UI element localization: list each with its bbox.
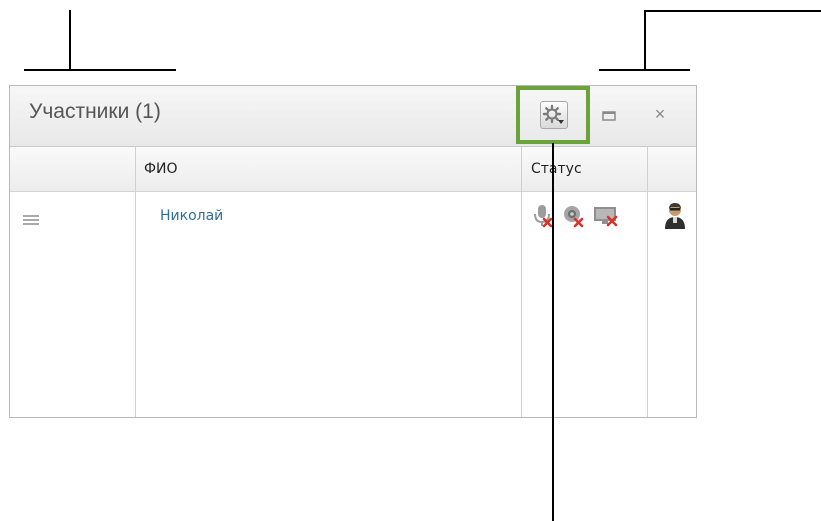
callout-line-settings-pointer: [552, 143, 554, 521]
column-header-name[interactable]: ФИО: [144, 147, 178, 191]
callout-line-right-vertical: [644, 10, 646, 70]
user-avatar-icon: [663, 202, 687, 230]
camera-off-icon[interactable]: [560, 203, 586, 229]
gear-dropdown-icon: [540, 101, 568, 129]
table-row[interactable]: Николай: [10, 192, 696, 232]
minimize-button[interactable]: [598, 105, 620, 127]
grid-header: ФИО Статус: [10, 147, 696, 192]
panel-title: Участники (1): [29, 100, 161, 123]
settings-menu-button[interactable]: [516, 86, 590, 144]
close-button[interactable]: ×: [649, 103, 671, 125]
close-icon: ×: [654, 104, 666, 124]
column-header-status[interactable]: Статус: [531, 147, 582, 191]
drag-handle-icon[interactable]: [23, 213, 39, 225]
minimize-icon: [602, 111, 616, 121]
callout-line-left-vertical: [69, 10, 71, 70]
participants-grid: ФИО Статус Николай: [10, 147, 696, 417]
column-divider: [135, 147, 136, 417]
screen-share-off-icon[interactable]: [592, 203, 618, 229]
callout-line-right-top: [644, 10, 821, 12]
panel-header: Участники (1) ×: [10, 86, 696, 147]
participant-name[interactable]: Николай: [160, 208, 223, 224]
column-divider: [521, 147, 522, 417]
participants-panel: Участники (1) × ФИО Статус Николай: [9, 85, 697, 418]
column-divider: [647, 147, 648, 417]
callout-line-left-horizontal: [24, 69, 176, 71]
callout-line-right-horizontal: [599, 69, 690, 71]
